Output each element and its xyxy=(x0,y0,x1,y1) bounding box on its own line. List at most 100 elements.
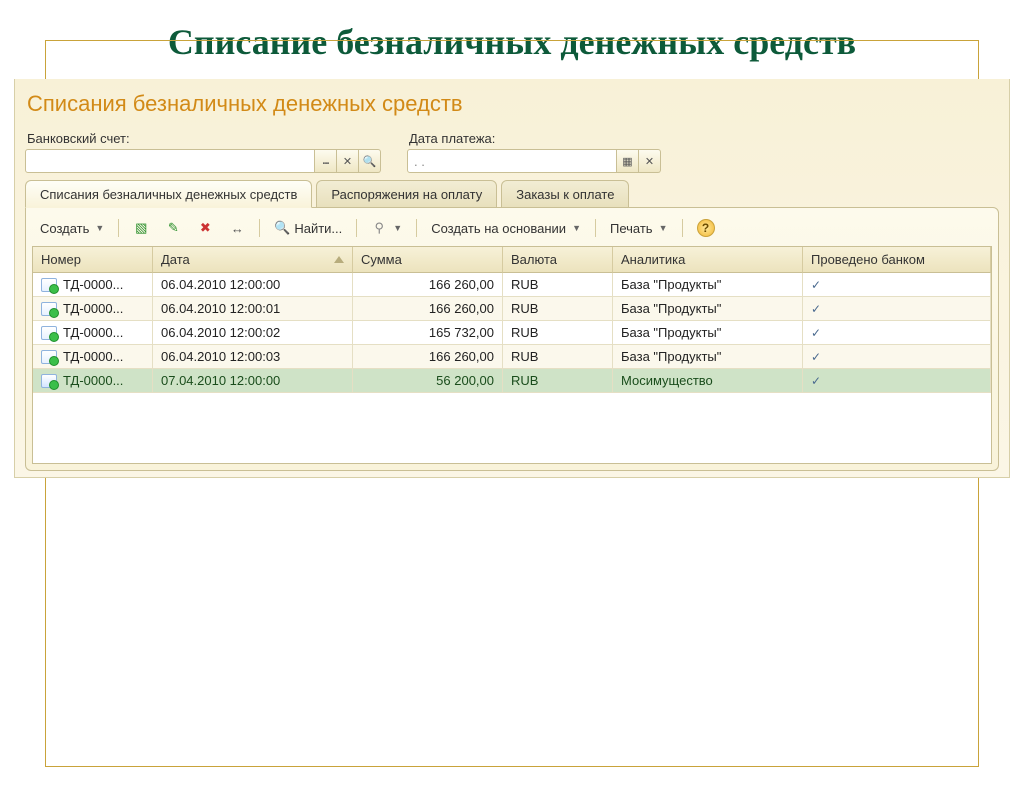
add-icon: ▧ xyxy=(133,220,149,236)
clear-button[interactable]: ✕ xyxy=(337,149,359,173)
col-header-currency[interactable]: Валюта xyxy=(503,247,613,273)
sort-asc-icon xyxy=(334,256,344,263)
chevron-down-icon: ▼ xyxy=(393,223,402,233)
check-icon: ✓ xyxy=(811,326,821,340)
col-header-date[interactable]: Дата xyxy=(153,247,353,273)
print-button[interactable]: Печать ▼ xyxy=(604,218,674,239)
cell-sum: 165 732,00 xyxy=(429,325,494,340)
payment-date-label: Дата платежа: xyxy=(409,131,661,146)
separator xyxy=(259,219,260,237)
cell-date: 06.04.2010 12:00:00 xyxy=(161,277,280,292)
payment-date-input[interactable] xyxy=(407,149,617,173)
cell-number: ТД-0000... xyxy=(63,277,123,292)
cell-date: 07.04.2010 12:00:00 xyxy=(161,373,280,388)
document-icon xyxy=(41,302,57,316)
search-icon: 🔍 xyxy=(363,155,377,168)
data-grid: Номер Дата Сумма Валюта Аналитика Провед… xyxy=(32,246,992,464)
cell-currency: RUB xyxy=(511,301,538,316)
cell-currency: RUB xyxy=(511,277,538,292)
cell-date: 06.04.2010 12:00:02 xyxy=(161,325,280,340)
button-label: Печать xyxy=(610,221,653,236)
pencil-icon: ✎ xyxy=(165,220,181,236)
delete-button[interactable]: ✖ xyxy=(191,217,219,239)
cell-number: ТД-0000... xyxy=(63,301,123,316)
document-icon xyxy=(41,326,57,340)
check-icon: ✓ xyxy=(811,278,821,292)
link-button[interactable]: ⚲ ▼ xyxy=(365,217,408,239)
select-button[interactable]: ... xyxy=(315,149,337,173)
tab-label: Заказы к оплате xyxy=(516,187,614,202)
search-button[interactable]: 🔍 xyxy=(359,149,381,173)
bank-account-input[interactable] xyxy=(25,149,315,173)
col-header-sum[interactable]: Сумма xyxy=(353,247,503,273)
bank-account-label: Банковский счет: xyxy=(27,131,381,146)
separator xyxy=(595,219,596,237)
col-header-analytics[interactable]: Аналитика xyxy=(613,247,803,273)
clear-date-button[interactable]: ✕ xyxy=(639,149,661,173)
chevron-down-icon: ▼ xyxy=(572,223,581,233)
plug-icon: ⚲ xyxy=(371,220,387,236)
tab-label: Списания безналичных денежных средств xyxy=(40,187,297,202)
tab-label: Распоряжения на оплату xyxy=(331,187,482,202)
create-based-on-button[interactable]: Создать на основании ▼ xyxy=(425,218,587,239)
col-header-number[interactable]: Номер xyxy=(33,247,153,273)
grid-empty-area xyxy=(33,393,991,463)
help-icon: ? xyxy=(697,219,715,237)
refresh-button[interactable]: ↔ xyxy=(223,217,251,239)
document-icon xyxy=(41,374,57,388)
cell-analytics: База "Продукты" xyxy=(621,277,721,292)
separator xyxy=(118,219,119,237)
cell-analytics: База "Продукты" xyxy=(621,325,721,340)
app-panel: Списания безналичных денежных средств Ба… xyxy=(14,79,1010,478)
table-row[interactable]: ТД-0000...06.04.2010 12:00:03166 260,00R… xyxy=(33,345,991,369)
button-label: Создать xyxy=(40,221,89,236)
search-icon: 🔍 xyxy=(274,220,290,236)
cell-sum: 166 260,00 xyxy=(429,349,494,364)
edit-button[interactable]: ✎ xyxy=(159,217,187,239)
check-icon: ✓ xyxy=(811,302,821,316)
document-icon xyxy=(41,278,57,292)
chevron-down-icon: ▼ xyxy=(659,223,668,233)
help-button[interactable]: ? xyxy=(691,216,721,240)
cell-date: 06.04.2010 12:00:01 xyxy=(161,301,280,316)
table-row[interactable]: ТД-0000... 06.04.2010 12:00:02 165 732,00 R… xyxy=(33,321,991,345)
tab-bar: Списания безналичных денежных средств Ра… xyxy=(25,179,999,207)
grid-header: Номер Дата Сумма Валюта Аналитика Провед… xyxy=(33,247,991,273)
filter-payment-date: Дата платежа: ▦ ✕ xyxy=(407,131,661,173)
cell-sum: 56 200,00 xyxy=(436,373,494,388)
cell-number: ТД-0000... xyxy=(63,373,123,388)
document-icon xyxy=(41,350,57,364)
calendar-icon: ▦ xyxy=(622,155,632,168)
tab-body: Создать ▼ ▧ ✎ ✖ ↔ 🔍 Найти... ⚲ ▼ Создать… xyxy=(25,207,999,471)
tab-writeoffs[interactable]: Списания безналичных денежных средств xyxy=(25,180,312,208)
calendar-button[interactable]: ▦ xyxy=(617,149,639,173)
panel-title: Списания безналичных денежных средств xyxy=(27,91,999,117)
close-icon: ✕ xyxy=(343,155,352,168)
refresh-icon: ↔ xyxy=(229,220,245,236)
tab-payment-orders[interactable]: Распоряжения на оплату xyxy=(316,180,497,208)
close-icon: ✕ xyxy=(645,155,654,168)
cell-sum: 166 260,00 xyxy=(429,277,494,292)
table-row[interactable]: ТД-0000... 06.04.2010 12:00:00 166 260,00 R… xyxy=(33,273,991,297)
filter-bar: Банковский счет: ... ✕ 🔍 Дата платежа: ▦… xyxy=(25,131,999,173)
cell-currency: RUB xyxy=(511,325,538,340)
create-button[interactable]: Создать ▼ xyxy=(34,218,110,239)
separator xyxy=(416,219,417,237)
button-label: Найти... xyxy=(294,221,342,236)
cell-analytics: База "Продукты" xyxy=(621,301,721,316)
cell-number: ТД-0000... xyxy=(63,325,123,340)
separator xyxy=(682,219,683,237)
check-icon: ✓ xyxy=(811,350,821,364)
cell-currency: RUB xyxy=(511,349,538,364)
col-header-bank-processed[interactable]: Проведено банком xyxy=(803,247,991,273)
cell-date: 06.04.2010 12:00:03 xyxy=(161,349,280,364)
delete-icon: ✖ xyxy=(197,220,213,236)
table-row[interactable]: ТД-0000...07.04.2010 12:00:0056 200,00RU… xyxy=(33,369,991,393)
find-button[interactable]: 🔍 Найти... xyxy=(268,217,348,239)
check-icon: ✓ xyxy=(811,374,821,388)
separator xyxy=(356,219,357,237)
tab-orders-to-pay[interactable]: Заказы к оплате xyxy=(501,180,629,208)
cell-sum: 166 260,00 xyxy=(429,301,494,316)
add-button[interactable]: ▧ xyxy=(127,217,155,239)
table-row[interactable]: ТД-0000... 06.04.2010 12:00:01 166 260,00 R… xyxy=(33,297,991,321)
